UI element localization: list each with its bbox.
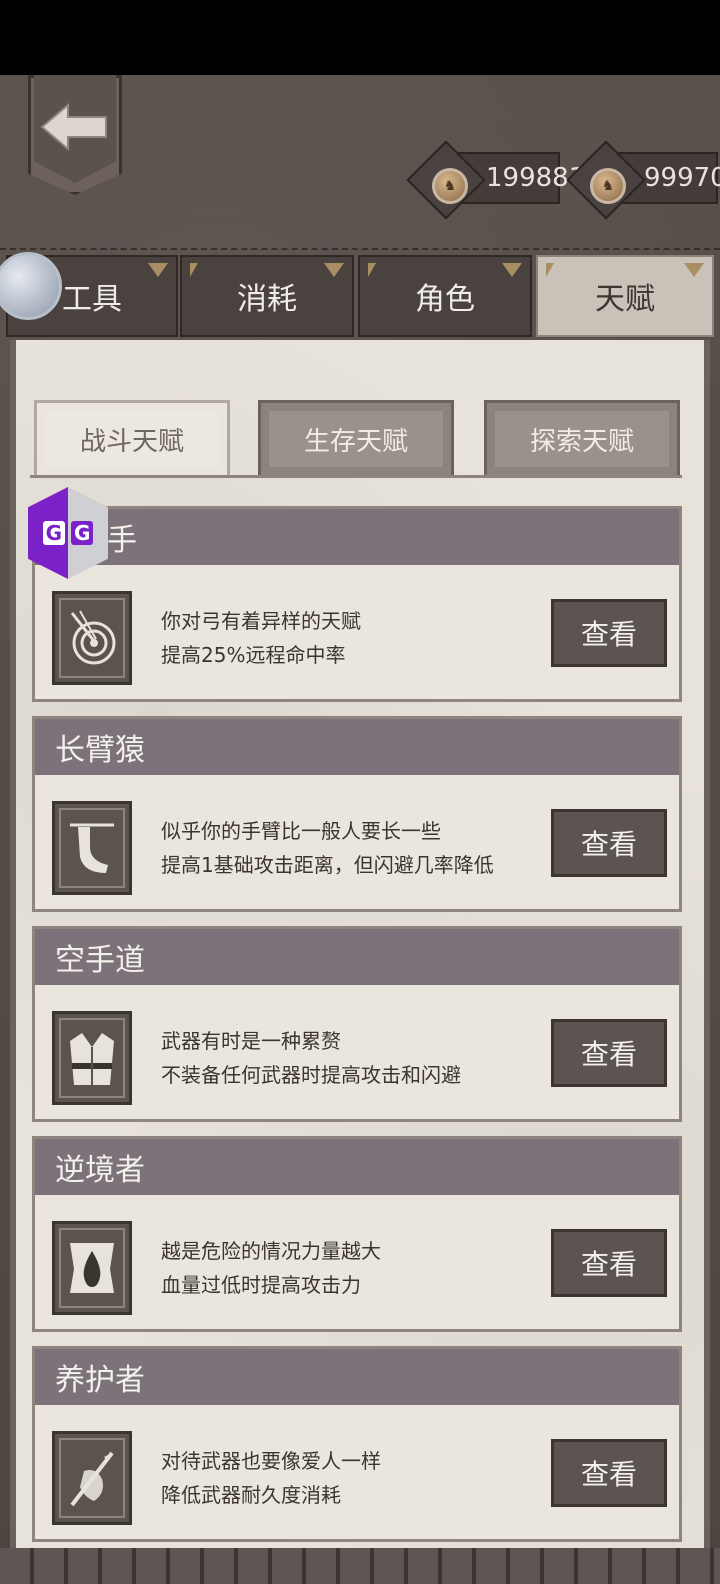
subtab-combat-label: 战斗天赋 xyxy=(79,426,184,457)
talent-name: 逆境者 xyxy=(55,1153,145,1188)
coin-icon: ♞ xyxy=(432,168,468,204)
long-arm-icon xyxy=(52,801,132,895)
stitch-divider xyxy=(0,248,720,252)
subtab-exploration[interactable]: 探索天赋 xyxy=(484,400,680,478)
talent-desc-line1: 对待武器也要像爱人一样 xyxy=(161,1449,381,1473)
back-button[interactable] xyxy=(28,75,122,195)
currency-2-value: 99970 xyxy=(644,163,720,193)
gg-letter-right: G xyxy=(71,521,94,545)
talent-desc-line2: 提高25%远程命中率 xyxy=(161,643,346,667)
subtab-combat[interactable]: 战斗天赋 xyxy=(34,400,230,478)
tab-consumables-label: 消耗 xyxy=(237,282,297,317)
talent-card: 长臂猿 似乎你的手臂比一般人要长一些 提高1基础攻击距离，但闪避几率降低 查看 xyxy=(32,716,682,912)
tab-talents-label: 天赋 xyxy=(595,282,655,317)
talent-desc-line1: 似乎你的手臂比一般人要长一些 xyxy=(161,819,441,843)
subtab-survival[interactable]: 生存天赋 xyxy=(258,400,454,478)
tab-character-label: 角色 xyxy=(415,282,475,317)
subtab-underline xyxy=(30,475,682,478)
karate-gi-icon xyxy=(52,1011,132,1105)
back-arrow-icon xyxy=(40,103,107,151)
tab-talents[interactable]: 天赋 xyxy=(536,255,714,337)
talent-desc-line2: 血量过低时提高攻击力 xyxy=(161,1273,361,1297)
coin-icon: ♞ xyxy=(590,168,626,204)
view-button[interactable]: 查看 xyxy=(551,1229,667,1297)
talent-card: 空手道 武器有时是一种累赘 不装备任何武器时提高攻击和闪避 查看 xyxy=(32,926,682,1122)
weapon-care-icon xyxy=(52,1431,132,1525)
talent-name: 长臂猿 xyxy=(55,733,145,768)
gg-letter-left: G xyxy=(42,521,65,545)
talent-desc-line1: 越是危险的情况力量越大 xyxy=(161,1239,381,1263)
tab-character[interactable]: 角色 xyxy=(358,255,532,337)
talent-desc-line2: 提高1基础攻击距离，但闪避几率降低 xyxy=(161,853,494,877)
talent-desc-line2: 不装备任何武器时提高攻击和闪避 xyxy=(161,1063,461,1087)
view-button[interactable]: 查看 xyxy=(551,1439,667,1507)
tab-consumables[interactable]: 消耗 xyxy=(180,255,354,337)
view-button[interactable]: 查看 xyxy=(551,1019,667,1087)
talent-card: 逆境者 越是危险的情况力量越大 血量过低时提高攻击力 查看 xyxy=(32,1136,682,1332)
talent-name: 养护者 xyxy=(55,1363,145,1398)
main-tabs: 工具 消耗 角色 天赋 xyxy=(0,255,720,337)
talent-desc-line1: 武器有时是一种累赘 xyxy=(161,1029,341,1053)
talent-name: 空手道 xyxy=(55,943,145,978)
talent-card: 养护者 对待武器也要像爱人一样 降低武器耐久度消耗 查看 xyxy=(32,1346,682,1542)
talent-desc-line1: 你对弓有着异样的天赋 xyxy=(161,609,361,633)
talent-card: 手 你对弓有着异样的天赋 提高25%远程命中率 查看 xyxy=(32,506,682,702)
talent-desc-line2: 降低武器耐久度消耗 xyxy=(161,1483,341,1507)
archery-target-icon xyxy=(52,591,132,685)
tab-tools-label: 工具 xyxy=(62,282,122,317)
view-button[interactable]: 查看 xyxy=(551,809,667,877)
subtab-survival-label: 生存天赋 xyxy=(303,426,408,457)
bottom-edge xyxy=(0,1548,720,1584)
blood-drop-icon xyxy=(52,1221,132,1315)
view-button[interactable]: 查看 xyxy=(551,599,667,667)
subtab-exploration-label: 探索天赋 xyxy=(529,426,634,457)
